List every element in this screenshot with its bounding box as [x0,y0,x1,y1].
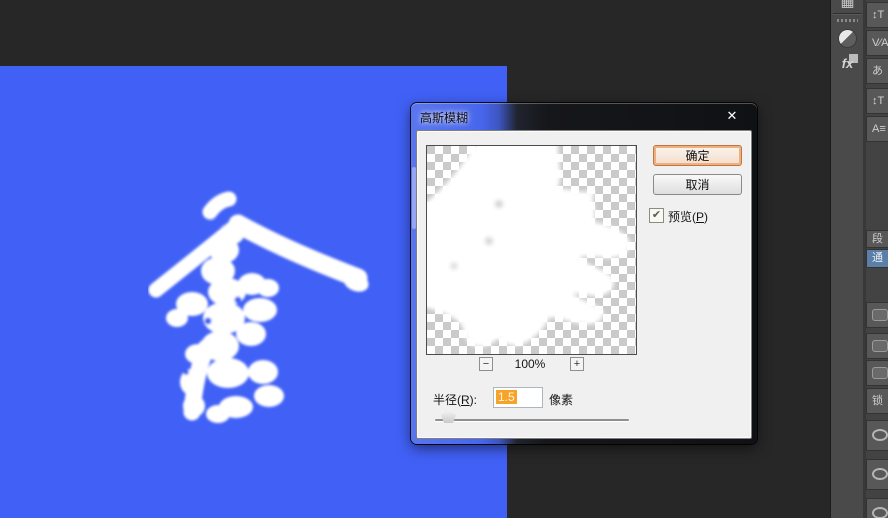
panel-dock-strip: ▦ fx [830,0,865,518]
layer-row[interactable] [866,420,888,451]
dock-divider [833,13,862,14]
layer-styles-fx-icon[interactable]: fx [837,56,858,71]
preview-checkbox[interactable]: ✔ [649,208,664,223]
zoom-in-button[interactable]: + [570,357,584,371]
eye-icon[interactable] [872,468,888,480]
kerning-control[interactable]: V⁄A [866,30,888,56]
ok-button[interactable]: 确定 [653,145,742,166]
eye-icon[interactable] [872,429,888,441]
photoshop-workspace: ▦ fx ↕T V⁄A あ ↕T A≡ 段 通 锁 高斯模糊 ✕ [0,0,888,518]
eye-icon[interactable] [872,507,888,518]
blend-box-icon [872,309,888,321]
zoom-out-button[interactable]: − [479,357,493,371]
grid-panel-icon[interactable]: ▦ [837,0,858,8]
adjustments-panel-icon[interactable] [839,30,856,47]
lock-row[interactable]: 锁 [866,388,888,414]
blur-preview[interactable] [426,145,637,355]
leading-control[interactable]: ↕T [866,88,888,114]
opacity-row[interactable] [866,333,888,359]
gaussian-blur-dialog: 高斯模糊 ✕ [411,103,757,444]
fill-box-icon [872,367,888,379]
radius-label: 半径(R): [433,391,477,408]
layer-row[interactable] [866,498,888,518]
panel-tab[interactable]: 段 [866,230,888,248]
selected-panel-row[interactable]: 通 [866,249,888,268]
opacity-box-icon [872,340,888,352]
dialog-body: − 100% + 半径(R): 1.5 像素 确定 取消 ✔ 预览(P) [416,130,752,439]
cancel-button[interactable]: 取消 [653,174,742,195]
blend-mode-row[interactable] [866,302,888,328]
zoom-level: 100% [495,357,565,371]
dialog-titlebar[interactable]: 高斯模糊 ✕ [411,103,757,130]
selected-input-text: 1.5 [496,390,517,404]
radius-input[interactable]: 1.5 [493,387,543,408]
tracking-control[interactable]: A≡ [866,116,888,142]
character-layers-panel-cropped: ↕T V⁄A あ ↕T A≡ 段 通 锁 [866,0,888,518]
radius-slider-track[interactable] [435,419,629,421]
font-size-control[interactable]: ↕T [866,2,888,28]
fill-row[interactable] [866,360,888,386]
dock-drag-handle[interactable] [837,19,858,22]
dialog-title: 高斯模糊 [420,109,468,126]
layer-row[interactable] [866,459,888,490]
radius-unit-label: 像素 [549,391,573,408]
preview-image [427,146,636,354]
close-button[interactable]: ✕ [721,106,743,125]
radius-slider-thumb[interactable] [441,410,456,423]
preview-checkbox-label[interactable]: 预览(P) [668,208,708,225]
antialias-control[interactable]: あ [866,58,888,84]
canvas-artwork-xin-character [148,166,388,436]
